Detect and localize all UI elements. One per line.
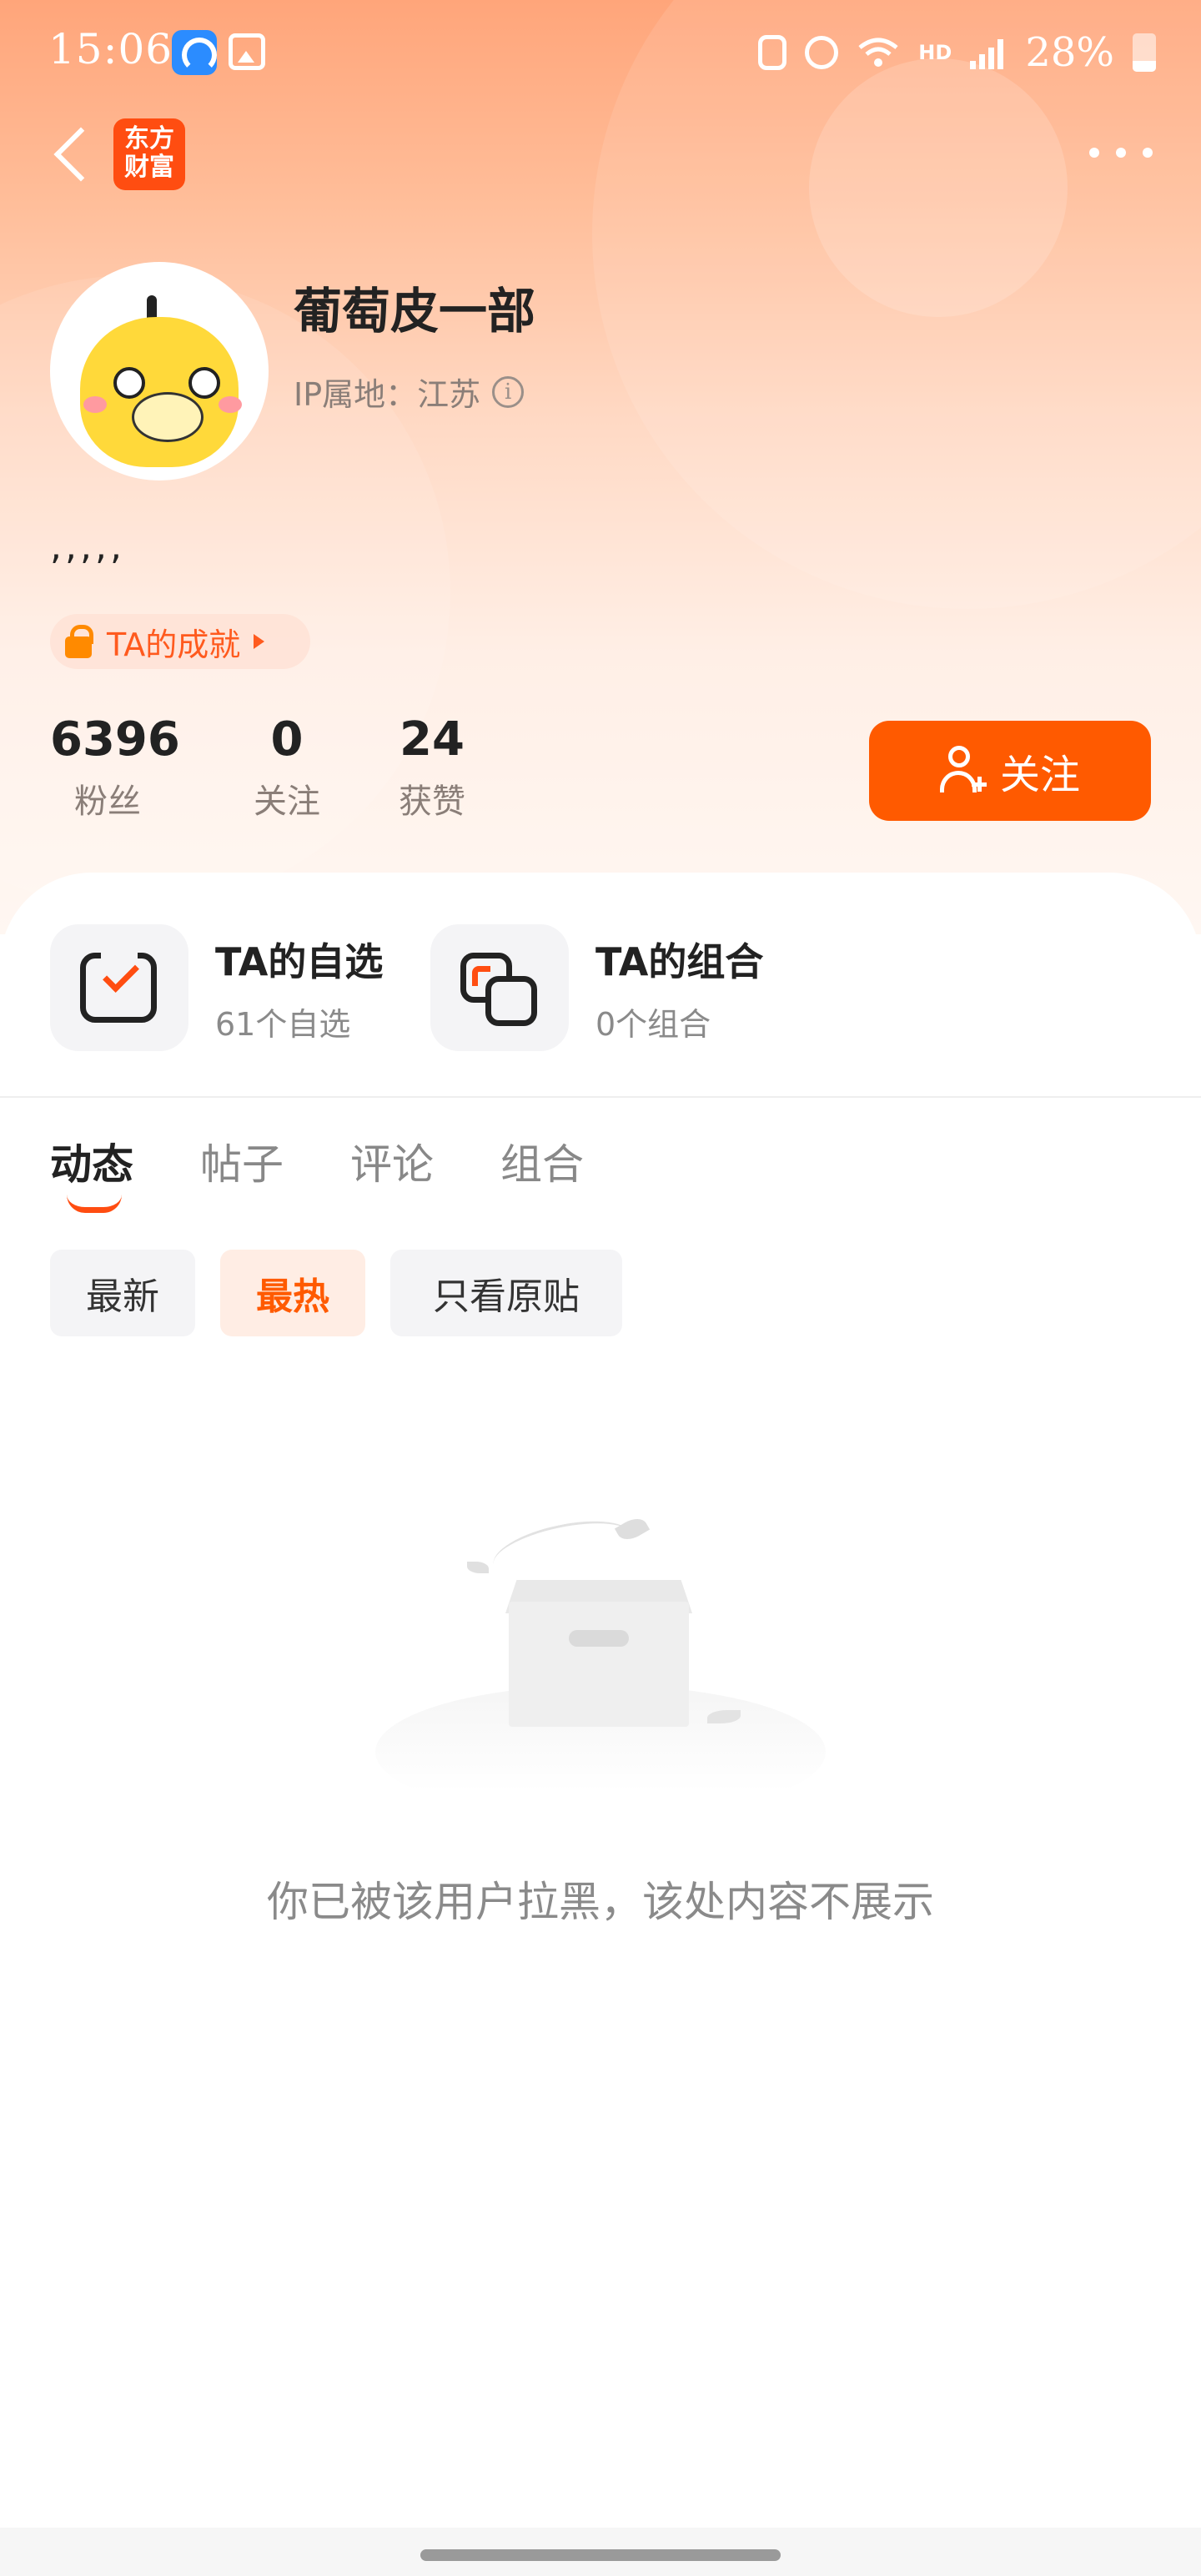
gallery-icon: [229, 33, 265, 70]
status-bar: 15:06 HD 28%: [0, 0, 1201, 103]
combo-icon-tile: [430, 924, 569, 1051]
add-user-icon: [939, 746, 987, 796]
tab-label: 评论: [350, 1140, 434, 1189]
tab-comments[interactable]: 评论: [350, 1131, 434, 1191]
follow-button[interactable]: 关注: [869, 721, 1151, 821]
ip-location-text: IP属地：江苏: [294, 376, 481, 413]
back-button[interactable]: [47, 123, 97, 187]
divider: [0, 1096, 1201, 1098]
portfolio-icon: [460, 953, 540, 1028]
follow-button-label: 关注: [999, 752, 1080, 798]
status-time: 15:06: [48, 25, 173, 73]
lock-icon: [65, 625, 93, 658]
filter-chips: 最新 最热 只看原贴: [50, 1250, 622, 1336]
filter-hottest[interactable]: 最热: [220, 1250, 365, 1336]
filter-original-only[interactable]: 只看原贴: [390, 1250, 622, 1336]
stat-label: 粉丝: [74, 782, 141, 821]
watchlist-icon-tile: [50, 924, 188, 1051]
stat-value: 6396: [50, 712, 180, 767]
empty-box-illustration: [367, 1502, 834, 1819]
battery-icon: [1133, 33, 1156, 72]
stat-label: 获赞: [399, 782, 465, 821]
battery-percent: 28%: [1025, 29, 1114, 76]
tab-posts[interactable]: 帖子: [200, 1131, 284, 1191]
brand-logo: 东方 财富: [113, 118, 185, 190]
watchlist-title: TA的自选: [215, 938, 384, 984]
content-tabs: 动态 帖子 评论 组合: [50, 1131, 651, 1213]
achievement-badge[interactable]: TA的成就: [50, 614, 310, 669]
app-notification-icon: [172, 30, 217, 75]
username: 葡萄皮一部: [294, 283, 536, 340]
tab-label: 动态: [50, 1140, 133, 1189]
stats-row: 6396 粉丝 0 关注 24 获赞: [50, 711, 472, 823]
more-options-button[interactable]: [1089, 140, 1153, 165]
filter-latest[interactable]: 最新: [50, 1250, 195, 1336]
watchlist-count: 61个自选: [215, 1005, 351, 1043]
combo-title: TA的组合: [595, 938, 764, 984]
wifi-icon: [857, 36, 900, 69]
stat-fans[interactable]: 6396 粉丝: [50, 711, 180, 823]
stat-following[interactable]: 0 关注: [247, 711, 327, 823]
stat-label: 关注: [254, 782, 320, 821]
info-icon[interactable]: i: [492, 375, 525, 408]
combo-entry[interactable]: TA的组合 0个组合: [430, 924, 763, 1051]
combo-count: 0个组合: [595, 1005, 711, 1043]
achievement-label: TA的成就: [107, 626, 241, 663]
status-indicators: HD 28%: [758, 23, 1156, 82]
empty-state-message: 你已被该用户拉黑，该处内容不展示: [267, 1878, 934, 1926]
network-type-label: HD: [918, 41, 952, 64]
watchlist-entry[interactable]: TA的自选 61个自选: [50, 924, 383, 1051]
alarm-icon: [805, 36, 839, 69]
stat-value: 0: [270, 712, 304, 767]
more-dots-icon: [1089, 148, 1099, 158]
screen-lock-icon: [758, 35, 787, 70]
signal-icon: [970, 36, 1007, 69]
ip-location-row: IP属地：江苏 i: [294, 369, 525, 415]
triangle-right-icon: [254, 634, 265, 649]
home-gesture-bar[interactable]: [420, 2549, 781, 2561]
tab-label: 帖子: [200, 1140, 284, 1189]
avatar[interactable]: [50, 262, 269, 480]
tab-portfolios[interactable]: 组合: [500, 1131, 584, 1191]
tab-label: 组合: [500, 1140, 584, 1189]
stat-likes[interactable]: 24 获赞: [392, 711, 472, 823]
stat-value: 24: [399, 712, 465, 767]
checkbox-icon: [80, 951, 157, 1023]
tab-dynamics[interactable]: 动态: [50, 1131, 133, 1213]
bio-text: ,,,,,: [50, 526, 125, 568]
